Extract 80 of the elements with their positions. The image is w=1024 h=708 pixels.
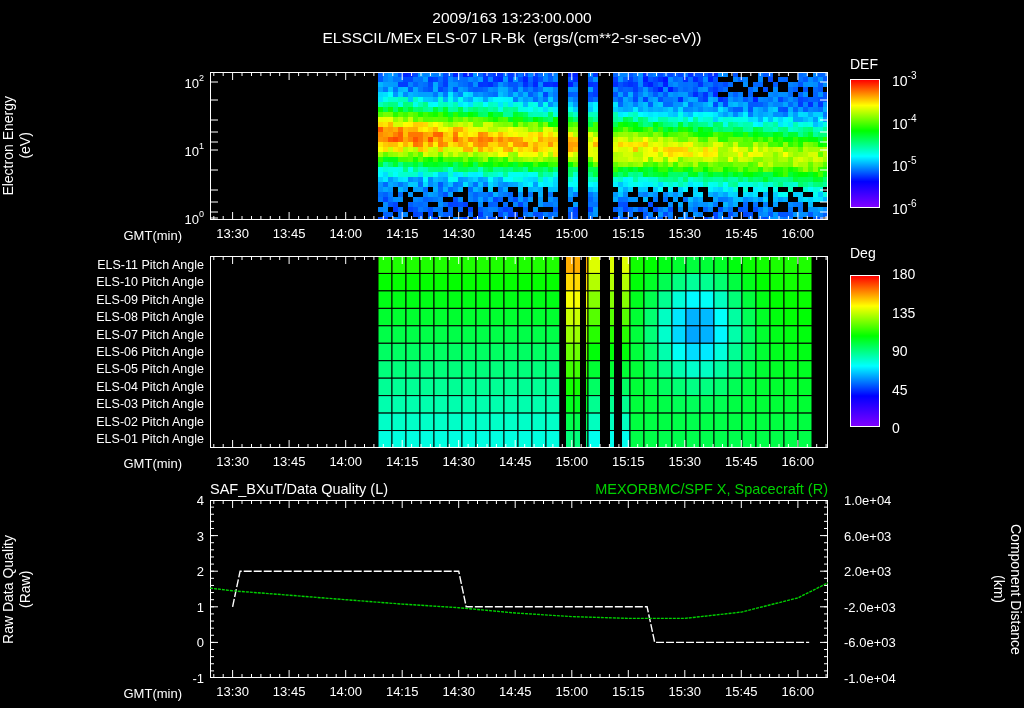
- axis-label: GMT(min): [122, 228, 183, 245]
- row-label: ELS-02 Pitch Angle: [96, 413, 204, 431]
- row-label: ELS-10 Pitch Angle: [96, 274, 204, 291]
- colorbar-label: 45: [892, 381, 909, 398]
- time-tick-label: 14:30: [442, 226, 475, 241]
- chart-title: SAF_BXuT/Data Quality (L): [210, 481, 389, 497]
- colorbar-title: DEF: [850, 56, 878, 72]
- axis-label: Raw Data Quality (Raw): [0, 534, 34, 644]
- axis-tick-label: 1.0e+04: [844, 492, 892, 508]
- time-tick-label: 13:30: [216, 684, 249, 699]
- axis-tick-label: 4: [196, 492, 204, 508]
- time-tick-label: 14:00: [329, 684, 362, 699]
- row-label: ELS-06 Pitch Angle: [96, 344, 204, 361]
- time-tick-label: 14:30: [442, 684, 475, 699]
- row-label: ELS-01 Pitch Angle: [96, 431, 204, 448]
- row-label: ELS-04 Pitch Angle: [96, 378, 204, 396]
- time-tick-label: 13:30: [216, 454, 249, 469]
- time-tick-label: 16:00: [781, 684, 815, 699]
- row-label: ELS-03 Pitch Angle: [96, 396, 204, 414]
- colorbar-label: 135: [892, 304, 916, 321]
- time-tick-label: 15:00: [555, 226, 588, 241]
- plot-title: ELSSCIL/MEx ELS-07 LR-Bk (ergs/(cm**2-sr-sec-eV)): [322, 28, 702, 48]
- axis-label: Component Distance (km): [990, 523, 1024, 655]
- axis-tick-label: -6.0e+03: [844, 634, 896, 650]
- axis-tick-label: 1: [196, 599, 204, 615]
- time-tick-label: 15:45: [725, 226, 758, 241]
- time-tick-label: 15:15: [612, 226, 645, 241]
- axis-tick-label: -2.0e+03: [844, 599, 896, 615]
- colorbar-label: 10$^{-5}$: [892, 155, 917, 175]
- time-tick-label: 15:15: [612, 454, 645, 469]
- colorbar-label: 10$^{-4}$: [892, 112, 917, 132]
- axis-tick-label: 2.0e+03: [844, 563, 892, 579]
- time-tick-label: 15:00: [555, 684, 588, 699]
- time-tick-label: 14:45: [498, 226, 532, 241]
- plot-date: 2009/163 13:23:00.000: [432, 8, 592, 28]
- axis-label: Electron Energy (eV): [0, 96, 34, 196]
- colorbar-title: Deg: [850, 245, 876, 261]
- axis-tick-label: 0: [196, 634, 204, 650]
- time-tick-label: 15:15: [612, 684, 645, 699]
- time-tick-label: 13:45: [272, 454, 306, 469]
- colorbar-label: 180: [892, 266, 916, 282]
- time-tick-label: 14:15: [385, 684, 419, 699]
- time-tick-label: 14:00: [329, 454, 362, 469]
- time-tick-label: 15:30: [668, 684, 702, 699]
- time-tick-label: 14:15: [385, 454, 419, 469]
- time-tick-label: 14:30: [442, 454, 475, 469]
- time-tick-label: 13:45: [272, 226, 306, 241]
- time-tick-label: 14:45: [498, 684, 532, 699]
- axis-tick-label: -1.0e+04: [844, 670, 896, 686]
- time-tick-label: 14:15: [385, 226, 419, 241]
- colorbar-label: 10$^{-3}$: [892, 70, 917, 89]
- axis-tick-label: 6.0e+03: [844, 528, 892, 544]
- colorbar-label: 0: [892, 420, 901, 436]
- time-tick-label: 16:00: [781, 454, 815, 469]
- time-tick-label: 15:30: [668, 454, 702, 469]
- colorbar-label: 10$^{-6}$: [892, 197, 917, 217]
- row-label: ELS-09 Pitch Angle: [96, 291, 204, 309]
- axis-tick-label: 10$^{0}$: [184, 209, 204, 227]
- colorbar-label: 90: [892, 343, 909, 359]
- row-label: ELS-08 Pitch Angle: [96, 309, 204, 326]
- time-tick-label: 15:00: [555, 454, 588, 469]
- time-tick-label: 14:00: [329, 226, 362, 241]
- axis-tick-label: 3: [196, 528, 204, 544]
- axis-label: GMT(min): [122, 456, 183, 473]
- time-tick-label: 13:30: [216, 226, 249, 241]
- time-tick-label: 15:45: [725, 684, 758, 699]
- time-tick-label: 15:45: [725, 454, 758, 469]
- axis-tick-label: 10$^{2}$: [184, 73, 204, 91]
- row-label: ELS-05 Pitch Angle: [96, 361, 204, 379]
- axis-tick-label: 10$^{1}$: [184, 141, 204, 159]
- row-label: ELS-07 Pitch Angle: [96, 326, 204, 344]
- row-label: ELS-11 Pitch Angle: [97, 256, 204, 274]
- time-tick-label: 16:00: [781, 226, 815, 241]
- axis-tick-label: -1: [192, 670, 204, 686]
- axis-label: GMT(min): [122, 686, 183, 703]
- chart-title: MEXORBMC/SPF X, Spacecraft (R): [595, 481, 828, 497]
- time-tick-label: 14:45: [498, 454, 532, 469]
- axis-tick-label: 2: [196, 563, 204, 579]
- time-tick-label: 15:30: [668, 226, 702, 241]
- time-tick-label: 13:45: [272, 684, 306, 699]
